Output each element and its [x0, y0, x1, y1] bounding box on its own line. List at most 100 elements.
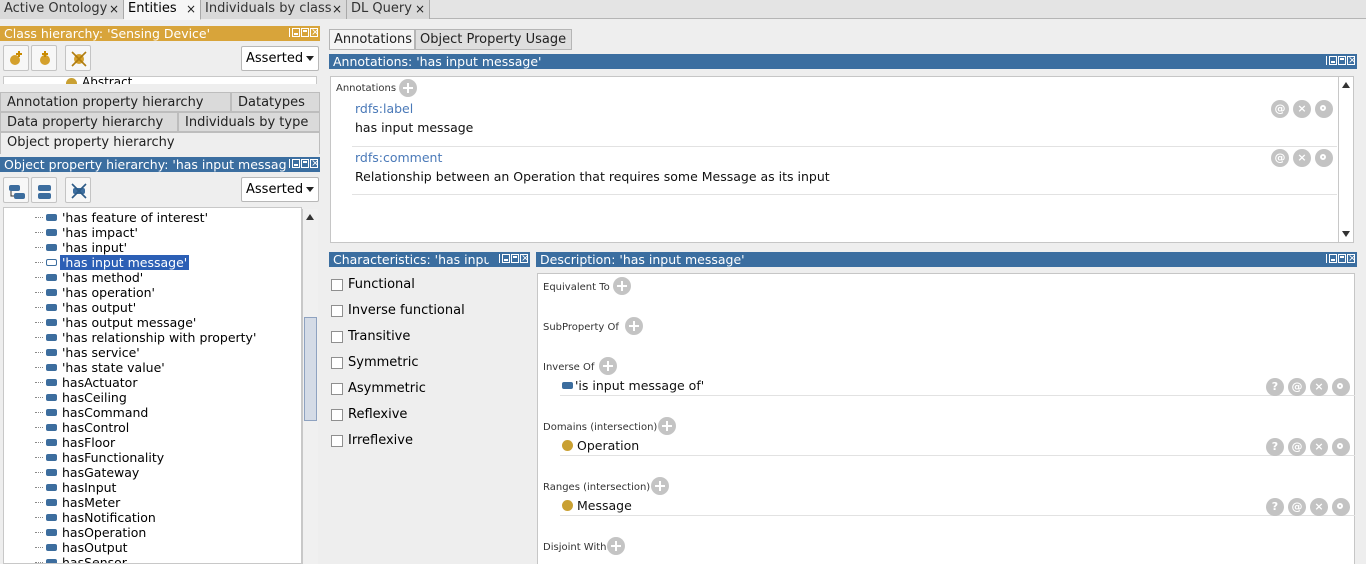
tab-object-property-hierarchy[interactable]: Object property hierarchy: [0, 132, 320, 154]
annotate-icon[interactable]: @: [1288, 498, 1306, 516]
annotation-property[interactable]: rdfs:label: [355, 101, 413, 116]
tree-item[interactable]: hasCommand: [46, 405, 150, 420]
explain-icon[interactable]: ?: [1266, 498, 1284, 516]
add-sibling-property-button[interactable]: [31, 177, 57, 203]
close-icon[interactable]: ×: [186, 0, 196, 18]
tree-item[interactable]: hasControl: [46, 420, 131, 435]
maximize-icon[interactable]: [301, 159, 309, 168]
delete-class-button[interactable]: [65, 45, 91, 71]
view-window-controls[interactable]: [498, 252, 529, 266]
maximize-icon[interactable]: [1338, 254, 1346, 263]
edit-icon[interactable]: [1332, 378, 1350, 396]
tree-item[interactable]: 'has method': [46, 270, 145, 285]
add-subclass-button[interactable]: [3, 45, 29, 71]
annotate-icon[interactable]: @: [1288, 378, 1306, 396]
close-icon[interactable]: ×: [332, 0, 342, 18]
minimize-icon[interactable]: [502, 254, 510, 263]
transitive-checkbox[interactable]: [331, 331, 343, 343]
minimize-icon[interactable]: [292, 159, 300, 168]
object-property-tree[interactable]: 'has feature of interest''has impact' 'ha…: [3, 207, 302, 564]
split-icon[interactable]: [288, 159, 291, 168]
close-icon[interactable]: ×: [109, 0, 119, 18]
delete-icon[interactable]: ×: [1310, 438, 1328, 456]
edit-icon[interactable]: [1332, 498, 1350, 516]
add-range-icon[interactable]: [651, 477, 669, 495]
add-sub-property-button[interactable]: [3, 177, 29, 203]
add-subproperty-icon[interactable]: [625, 317, 643, 335]
view-window-controls[interactable]: [1325, 252, 1356, 266]
tree-item[interactable]: hasSensor: [46, 555, 129, 563]
annotate-icon[interactable]: @: [1271, 100, 1289, 118]
split-icon[interactable]: [288, 28, 291, 37]
add-annotation-icon[interactable]: [399, 79, 417, 97]
annotation-property[interactable]: rdfs:comment: [355, 150, 442, 165]
tab-datatypes[interactable]: Datatypes: [231, 92, 320, 112]
add-sibling-class-button[interactable]: [31, 45, 57, 71]
delete-icon[interactable]: ×: [1310, 498, 1328, 516]
close-icon[interactable]: ×: [415, 0, 425, 18]
close-icon[interactable]: [520, 252, 529, 266]
close-icon[interactable]: [310, 157, 319, 171]
symmetric-checkbox[interactable]: [331, 357, 343, 369]
tab-individuals-by-type[interactable]: Individuals by type: [178, 112, 320, 132]
tree-item[interactable]: hasOutput: [46, 540, 130, 555]
tab-individuals-by-class[interactable]: Individuals by class ×: [201, 0, 347, 19]
inverse-of-item[interactable]: 'is input message of': [562, 378, 704, 393]
annotations-scrollbar[interactable]: [1338, 77, 1353, 242]
split-icon[interactable]: [1325, 254, 1328, 263]
scroll-up-icon[interactable]: [306, 214, 314, 220]
explain-icon[interactable]: ?: [1266, 438, 1284, 456]
tree-item[interactable]: hasOperation: [46, 525, 148, 540]
split-icon[interactable]: [1325, 56, 1328, 65]
maximize-icon[interactable]: [1338, 56, 1346, 65]
tree-item[interactable]: hasFunctionality: [46, 450, 166, 465]
domain-item[interactable]: Operation: [562, 438, 639, 453]
edit-icon[interactable]: [1315, 149, 1333, 167]
class-tree[interactable]: Abstract: [3, 76, 317, 84]
minimize-icon[interactable]: [1329, 56, 1337, 65]
edit-icon[interactable]: [1332, 438, 1350, 456]
irreflexive-checkbox[interactable]: [331, 435, 343, 447]
view-window-controls[interactable]: [1325, 54, 1356, 68]
delete-icon[interactable]: ×: [1293, 149, 1311, 167]
close-icon[interactable]: [1347, 54, 1356, 68]
scroll-thumb[interactable]: [304, 317, 317, 421]
tree-item[interactable]: hasCeiling: [46, 390, 129, 405]
close-icon[interactable]: [310, 26, 319, 40]
property-hierarchy-mode-select[interactable]: Asserted: [241, 177, 319, 202]
asymmetric-checkbox[interactable]: [331, 383, 343, 395]
explain-icon[interactable]: ?: [1266, 378, 1284, 396]
tree-item[interactable]: hasNotification: [46, 510, 158, 525]
add-domain-icon[interactable]: [658, 417, 676, 435]
tree-item-label[interactable]: Abstract: [82, 77, 132, 84]
tree-item[interactable]: 'has output message': [46, 315, 198, 330]
delete-icon[interactable]: ×: [1293, 100, 1311, 118]
inverse-functional-checkbox[interactable]: [331, 305, 343, 317]
maximize-icon[interactable]: [511, 254, 519, 263]
tree-item[interactable]: hasFloor: [46, 435, 117, 450]
split-icon[interactable]: [498, 254, 501, 263]
reflexive-checkbox[interactable]: [331, 409, 343, 421]
tree-scrollbar[interactable]: [302, 209, 318, 564]
delete-property-button[interactable]: [65, 177, 91, 203]
tree-item[interactable]: hasMeter: [46, 495, 122, 510]
tab-active-ontology[interactable]: Active Ontology ×: [0, 0, 124, 19]
annotate-icon[interactable]: @: [1271, 149, 1289, 167]
annotate-icon[interactable]: @: [1288, 438, 1306, 456]
view-window-controls[interactable]: [286, 157, 319, 171]
tab-dl-query[interactable]: DL Query ×: [347, 0, 430, 19]
tree-item[interactable]: hasGateway: [46, 465, 141, 480]
tab-object-property-usage[interactable]: Object Property Usage: [415, 29, 572, 50]
edit-icon[interactable]: [1315, 100, 1333, 118]
tree-item[interactable]: 'has state value': [46, 360, 167, 375]
minimize-icon[interactable]: [292, 28, 300, 37]
tree-item[interactable]: 'has impact': [46, 225, 140, 240]
tree-item[interactable]: 'has feature of interest': [46, 210, 210, 225]
tree-item[interactable]: hasActuator: [46, 375, 139, 390]
delete-icon[interactable]: ×: [1310, 378, 1328, 396]
minimize-icon[interactable]: [1329, 254, 1337, 263]
scroll-up-icon[interactable]: [1342, 82, 1350, 88]
maximize-icon[interactable]: [301, 28, 309, 37]
tab-entities[interactable]: Entities ×: [124, 0, 201, 20]
add-equivalent-icon[interactable]: [613, 277, 631, 295]
